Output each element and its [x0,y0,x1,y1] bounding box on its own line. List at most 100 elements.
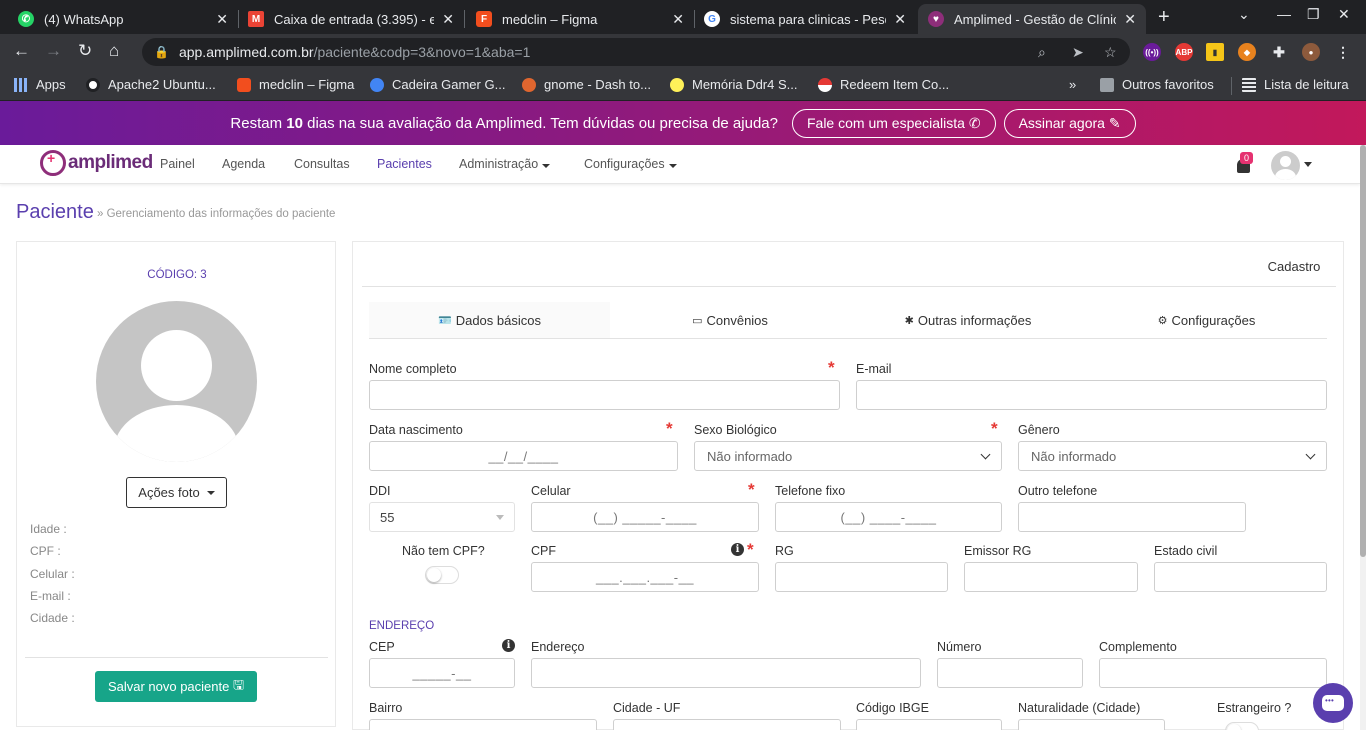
outro-telefone-input[interactable] [1018,502,1246,532]
endereco-input[interactable] [531,658,921,688]
close-tab-icon[interactable]: ✕ [894,11,906,28]
label-ddi: DDI [369,484,391,498]
reading-list[interactable]: Lista de leitura [1242,77,1349,92]
tab-convenios[interactable]: ▭ Convênios [610,302,850,339]
bookmark-star-icon[interactable]: ☆ [1104,44,1117,61]
nav-administracao[interactable]: Administração [459,157,551,171]
browser-tab-google[interactable]: G sistema para clinicas - Pesqu ✕ [694,4,916,34]
adblock-icon[interactable]: ABP [1175,43,1193,61]
close-tab-icon[interactable]: ✕ [442,11,454,28]
amplimed-logo[interactable]: amplimed [40,150,153,176]
label-estado-civil: Estado civil [1154,544,1218,558]
browser-menu-icon[interactable]: ⋮ [1334,43,1352,61]
telefone-fixo-input[interactable]: (__) ____-____ [775,502,1002,532]
estrangeiro-toggle[interactable] [1225,722,1259,730]
data-nascimento-input[interactable]: __/__/____ [369,441,678,471]
close-tab-icon[interactable]: ✕ [216,11,228,28]
tab-configuracoes[interactable]: ⚙ Configurações [1086,302,1327,339]
zoom-icon[interactable]: ⌕ [1038,44,1046,61]
bookmark-figma[interactable]: medclin – Figma [237,77,354,92]
browser-tab-gmail[interactable]: M Caixa de entrada (3.395) - ev ✕ [238,4,464,34]
user-menu-caret-icon[interactable] [1304,162,1312,167]
bookmark-redeem[interactable]: Redeem Item Co... [818,77,949,92]
bookmark-label: Apps [36,77,66,92]
lock-icon[interactable]: 🔒 [154,45,169,59]
nav-pacientes[interactable]: Pacientes [377,157,432,171]
extension-yellow-icon[interactable]: ▮ [1206,43,1224,61]
profile-avatar-icon[interactable]: ● [1302,43,1320,61]
new-tab-button[interactable]: + [1158,6,1170,29]
bookmark-memoria[interactable]: Memória Ddr4 S... [670,77,797,92]
close-tab-icon[interactable]: ✕ [672,11,684,28]
bookmarks-overflow-button[interactable]: » [1069,77,1076,92]
close-tab-icon[interactable]: ✕ [1124,11,1136,28]
home-icon[interactable]: ⌂ [109,41,119,61]
page-scrollbar[interactable] [1360,145,1366,730]
no-cpf-toggle[interactable] [425,566,459,584]
bairro-input[interactable] [369,719,597,730]
metamask-icon[interactable]: ◆ [1238,43,1256,61]
maximize-button[interactable]: ❐ [1307,6,1320,23]
extension-broadcast-icon[interactable]: ((•)) [1143,43,1161,61]
tab-outras-informacoes[interactable]: ✱ Outras informações [850,302,1086,339]
codigo-ibge-input[interactable] [856,719,1002,730]
email-input[interactable] [856,380,1327,410]
tab-cadastro[interactable]: Cadastro [1252,259,1336,287]
numero-input[interactable] [937,658,1083,688]
info-icon[interactable]: i [502,639,515,652]
cidade-uf-input[interactable] [613,719,841,730]
bookmark-apache[interactable]: Apache2 Ubuntu... [86,77,216,92]
other-favorites[interactable]: Outros favoritos [1100,77,1214,92]
send-icon[interactable]: ➤ [1072,44,1084,61]
nav-configuracoes[interactable]: Configurações [584,157,677,171]
ddi-select[interactable]: 55 [369,502,515,532]
tab-dados-basicos[interactable]: 🪪 Dados básicos [369,302,610,339]
minimize-button[interactable]: — [1277,6,1291,22]
label-ibge: Código IBGE [856,701,929,715]
nav-agenda[interactable]: Agenda [222,157,265,171]
nome-completo-input[interactable] [369,380,840,410]
chat-support-button[interactable] [1313,683,1353,723]
extensions-puzzle-icon[interactable]: ✚ [1270,43,1288,61]
caret-down-icon [542,164,551,168]
browser-tab-whatsapp[interactable]: ✆ (4) WhatsApp ✕ [8,4,238,34]
address-bar[interactable]: 🔒 app.amplimed.com.br/paciente&codp=3&no… [142,38,1130,66]
user-avatar[interactable] [1271,151,1300,180]
estado-civil-input[interactable] [1154,562,1327,592]
sexo-biologico-select[interactable]: Não informado [694,441,1002,471]
close-window-button[interactable]: ✕ [1338,6,1350,23]
checkmark-shield-icon [370,77,384,92]
card-icon: ▭ [692,315,703,327]
scrollbar-thumb[interactable] [1360,145,1366,557]
browser-tab-amplimed[interactable]: ♥ Amplimed - Gestão de Clínic ✕ [918,4,1146,34]
emissor-rg-input[interactable] [964,562,1138,592]
nav-consultas[interactable]: Consultas [294,157,350,171]
rg-input[interactable] [775,562,948,592]
bookmark-gnome[interactable]: gnome - Dash to... [522,77,651,92]
label-numero: Número [937,640,982,654]
talk-to-specialist-button[interactable]: Fale com um especialista ✆ [791,108,996,138]
celular-input[interactable]: (__) _____-____ [531,502,759,532]
cpf-input[interactable]: ___.___.___-__ [531,562,759,592]
back-icon[interactable]: ← [13,41,30,61]
tab-search-icon[interactable]: ⌄ [1238,6,1250,23]
cep-input[interactable]: _____-__ [369,658,515,688]
complemento-input[interactable] [1099,658,1327,688]
avatar-body [114,405,239,462]
info-cpf: CPF : [30,544,61,558]
label-rg: RG [775,544,794,558]
naturalidade-input[interactable] [1018,719,1165,730]
photo-actions-button[interactable]: Ações foto [126,477,227,508]
save-patient-button[interactable]: Salvar novo paciente 🖫 [95,671,257,702]
info-icon[interactable]: i [731,543,744,556]
subscribe-now-button[interactable]: Assinar agora ✎ [1003,108,1136,138]
bookmark-cadeira[interactable]: Cadeira Gamer G... [370,77,505,92]
browser-tab-figma[interactable]: F medclin – Figma ✕ [466,4,694,34]
required-asterisk: * [748,480,755,499]
genero-select[interactable]: Não informado [1018,441,1327,471]
apps-grid-icon [14,77,28,92]
bookmark-apps[interactable]: Apps [14,77,66,92]
reload-icon[interactable]: ↻ [78,41,92,61]
forward-icon[interactable]: → [45,41,62,61]
nav-painel[interactable]: Painel [160,157,195,171]
